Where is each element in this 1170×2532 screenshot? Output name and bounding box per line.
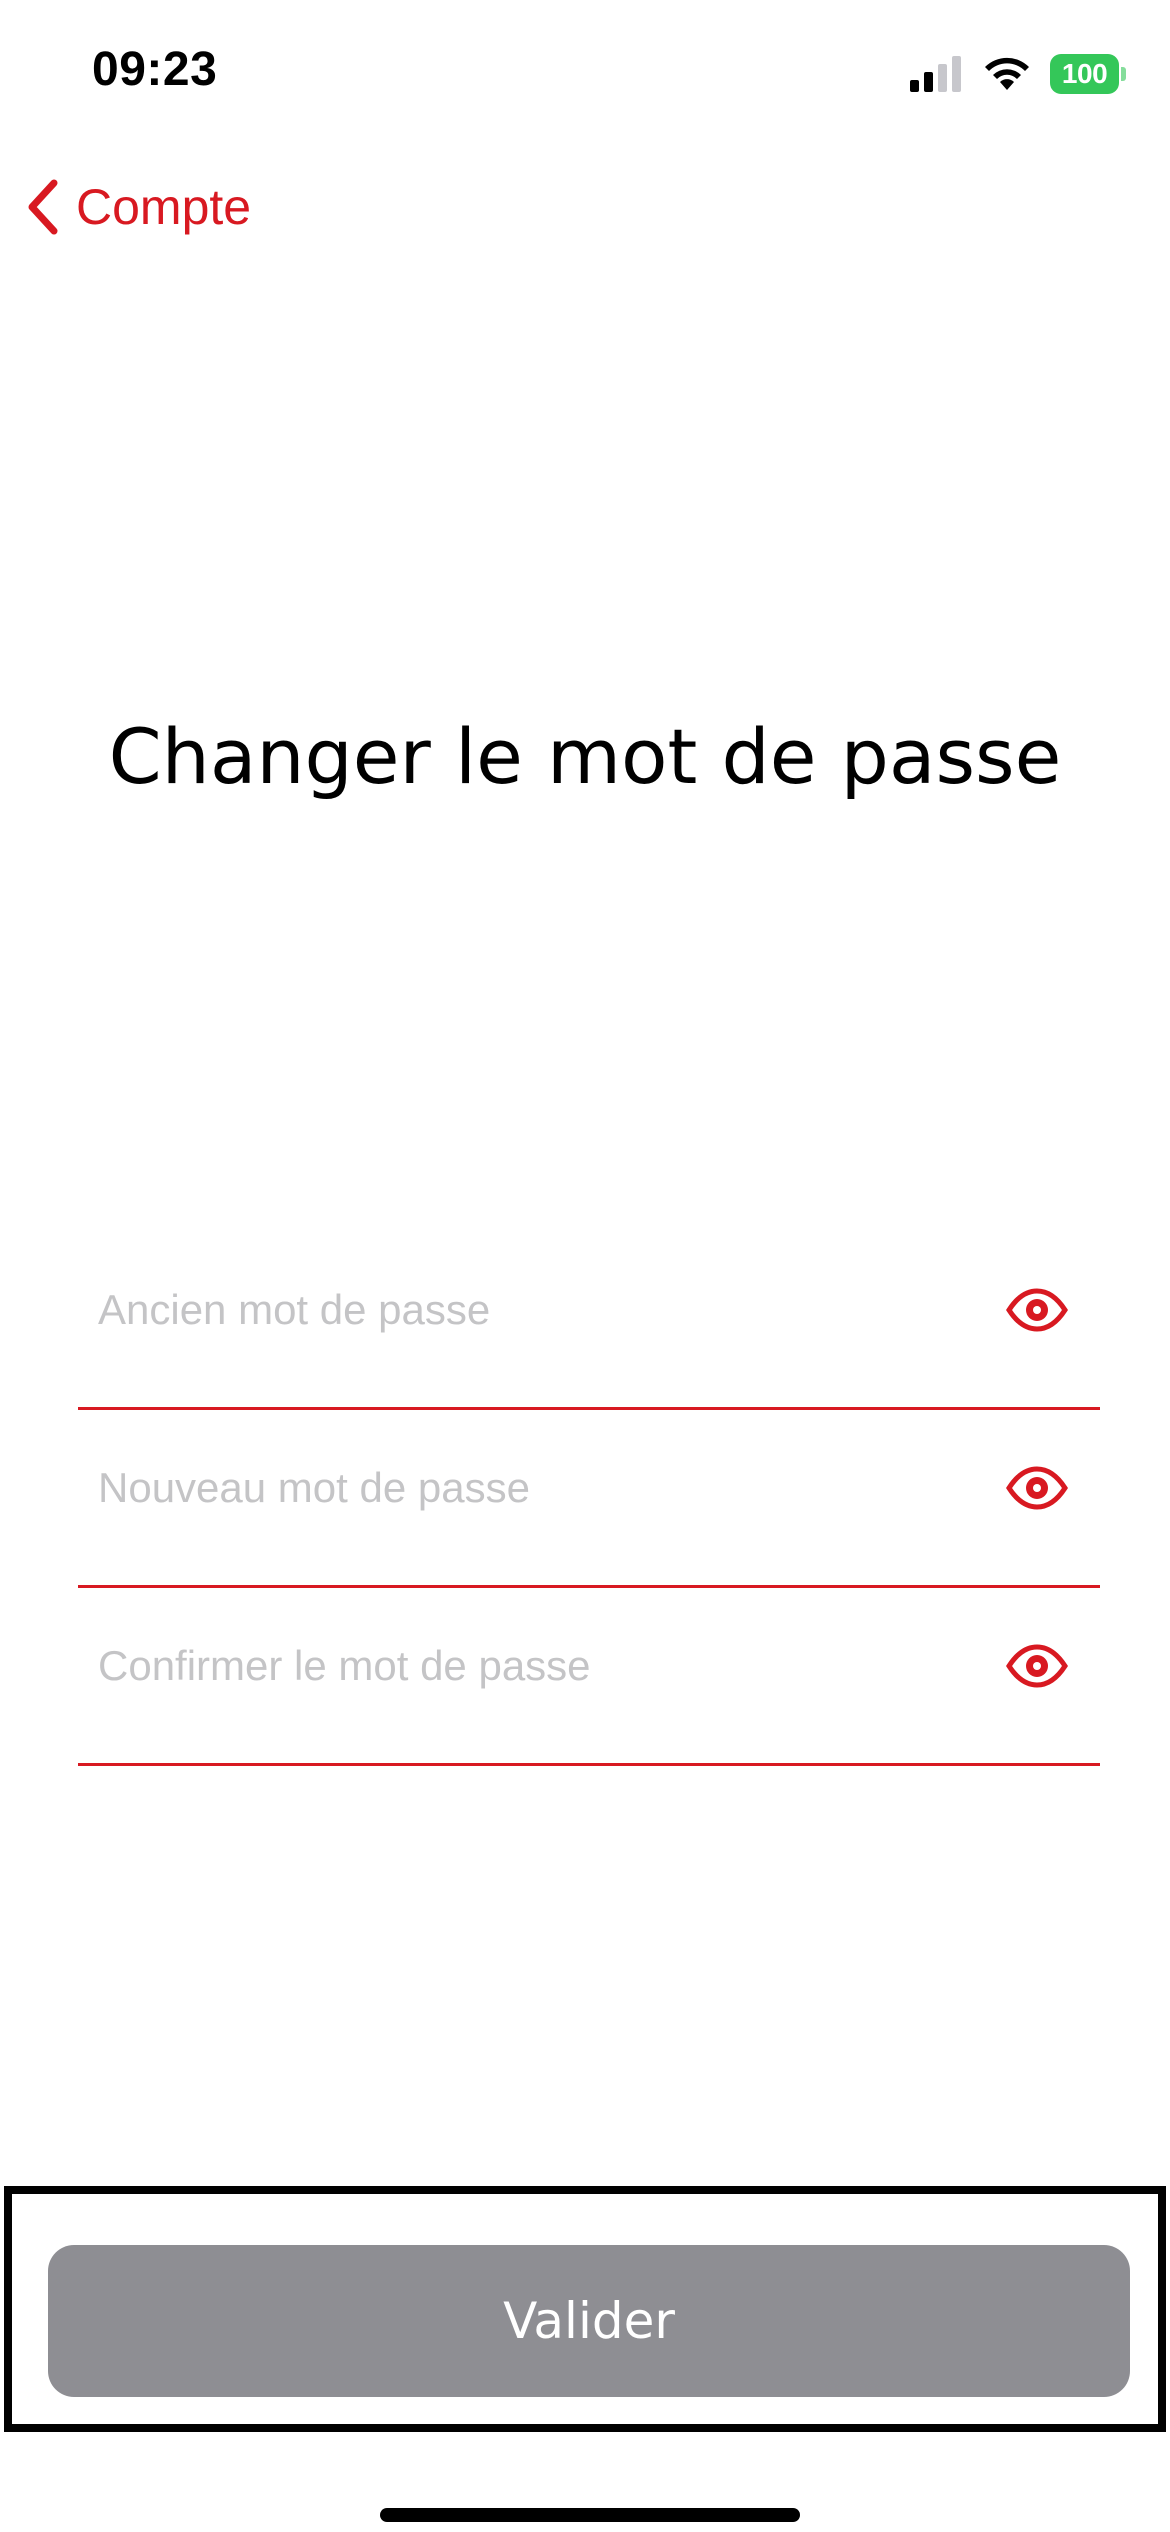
home-indicator[interactable]	[380, 2508, 800, 2522]
cellular-signal-icon	[910, 56, 961, 92]
battery-level: 100	[1050, 54, 1120, 94]
page-title: Changer le mot de passe	[108, 712, 1062, 801]
status-icons: 100	[910, 52, 1126, 96]
old-password-field	[78, 1230, 1100, 1410]
confirm-password-field	[78, 1586, 1100, 1766]
eye-icon[interactable]	[1006, 1636, 1068, 1696]
new-password-input[interactable]	[98, 1448, 958, 1528]
new-password-field	[78, 1408, 1100, 1588]
status-time: 09:23	[92, 43, 218, 96]
confirm-password-input[interactable]	[98, 1626, 958, 1706]
status-bar: 09:23 100	[0, 0, 1170, 150]
battery-icon: 100	[1050, 54, 1126, 94]
back-button[interactable]: Compte	[22, 172, 251, 242]
wifi-icon	[985, 57, 1029, 90]
old-password-input[interactable]	[98, 1270, 958, 1350]
chevron-left-icon	[28, 179, 58, 235]
battery-tip	[1121, 67, 1126, 81]
back-button-label: Compte	[76, 179, 252, 235]
eye-icon[interactable]	[1006, 1458, 1068, 1518]
validate-button[interactable]: Valider	[48, 2245, 1130, 2397]
eye-icon[interactable]	[1006, 1280, 1068, 1340]
